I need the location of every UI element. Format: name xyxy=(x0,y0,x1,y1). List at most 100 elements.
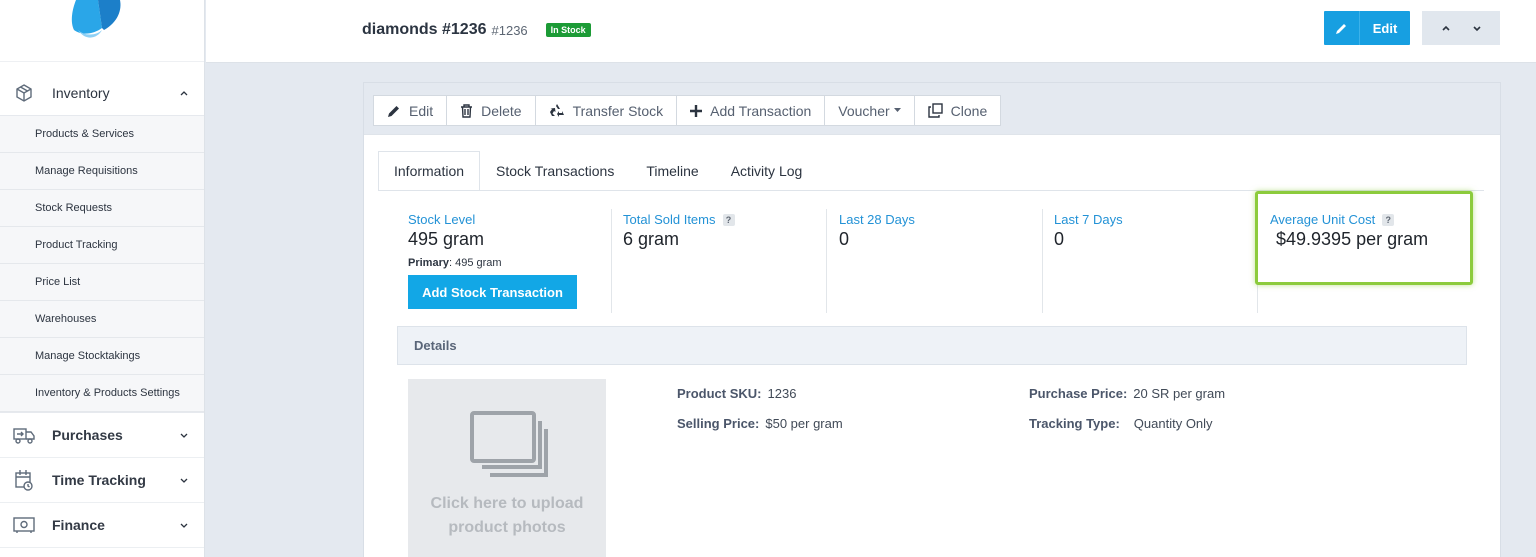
primary-key: Primary xyxy=(408,257,449,269)
tab-information[interactable]: Information xyxy=(378,151,481,191)
toolbar-delete-label: Delete xyxy=(481,102,522,119)
upload-text-line-2: product photos xyxy=(448,519,566,536)
sidebar-item-price-list[interactable]: Price List xyxy=(0,264,204,301)
previous-record-chevron-up-icon[interactable] xyxy=(1436,18,1456,38)
chevron-down-icon xyxy=(178,429,190,441)
toolbar-voucher-dropdown[interactable]: Voucher xyxy=(824,95,915,126)
field-product-sku: Product SKU: 1236 xyxy=(677,386,796,401)
sidebar-item-label: Inventory xyxy=(52,84,110,101)
stat-last-28-days: Last 28 Days 0 xyxy=(827,209,1043,313)
page-title: diamonds #1236 #1236 In Stock xyxy=(362,21,591,39)
field-label: Selling Price: xyxy=(677,416,760,431)
stat-primary: Primary: 495 gram xyxy=(408,257,611,269)
box-icon xyxy=(12,81,36,105)
safe-icon xyxy=(12,513,36,537)
record-navigation xyxy=(1422,11,1500,45)
sidebar-item-time-tracking[interactable]: Time Tracking xyxy=(0,458,204,503)
stat-label: Stock Level xyxy=(408,212,476,227)
page-header: diamonds #1236 #1236 In Stock Edit xyxy=(206,0,1536,63)
stat-last-7-days: Last 7 Days 0 xyxy=(1042,209,1258,313)
field-value: $50 per gram xyxy=(765,416,843,431)
action-toolbar: Edit Delete Transfer Stock Add Transacti… xyxy=(364,83,1500,135)
toolbar-voucher-label: Voucher xyxy=(838,102,890,119)
sidebar-item-products-services[interactable]: Products & Services xyxy=(0,116,204,153)
chevron-up-icon xyxy=(178,87,190,99)
trash-icon xyxy=(460,103,473,118)
toolbar-transfer-stock-label: Transfer Stock xyxy=(572,102,664,119)
sidebar-item-label: Time Tracking xyxy=(52,472,146,488)
sidebar: Inventory Products & Services Manage Req… xyxy=(0,0,205,557)
toolbar-delete-button[interactable]: Delete xyxy=(446,95,536,126)
clone-icon xyxy=(927,103,943,118)
toolbar-transfer-stock-button[interactable]: Transfer Stock xyxy=(534,95,678,126)
tab-timeline[interactable]: Timeline xyxy=(630,151,715,191)
calendar-clock-icon xyxy=(12,468,36,492)
stat-stock-level: Stock Level 495 gram Primary: 495 gram A… xyxy=(396,209,612,313)
toolbar-clone-label: Clone xyxy=(950,102,988,119)
primary-value: : 495 gram xyxy=(448,257,502,269)
product-name: diamonds #1236 xyxy=(362,21,487,38)
tab-stock-transactions[interactable]: Stock Transactions xyxy=(480,151,631,191)
sidebar-item-inventory-settings[interactable]: Inventory & Products Settings xyxy=(0,375,204,412)
stat-value: 0 xyxy=(839,229,850,249)
stat-total-sold: Total Sold Items? 6 gram xyxy=(611,209,827,313)
upload-photo-area[interactable]: Click here to upload product photos xyxy=(408,379,606,557)
upload-text-line-1: Click here to upload xyxy=(430,495,584,512)
sidebar-item-stock-requests[interactable]: Stock Requests xyxy=(0,190,204,227)
pencil-icon xyxy=(387,104,401,118)
stat-value: 495 gram xyxy=(408,229,485,249)
add-stock-transaction-button[interactable]: Add Stock Transaction xyxy=(408,275,577,309)
toolbar-add-transaction-button[interactable]: Add Transaction xyxy=(676,95,826,126)
highlight-box xyxy=(1255,191,1473,285)
product-code: #1236 xyxy=(491,22,528,38)
tab-bar: Information Stock Transactions Timeline … xyxy=(378,151,819,191)
photo-stack-icon xyxy=(470,411,548,477)
edit-button[interactable]: Edit xyxy=(1324,11,1410,45)
butterfly-logo-icon xyxy=(71,0,121,38)
field-label: Product SKU: xyxy=(677,386,762,401)
sidebar-item-label: Purchases xyxy=(52,427,123,443)
sidebar-item-warehouses[interactable]: Warehouses xyxy=(0,301,204,338)
logo[interactable] xyxy=(0,0,204,62)
toolbar-edit-button[interactable]: Edit xyxy=(373,95,448,126)
sidebar-item-purchases[interactable]: Purchases xyxy=(0,413,204,458)
tab-activity-log[interactable]: Activity Log xyxy=(714,151,819,191)
caret-down-icon xyxy=(893,108,901,113)
sidebar-item-manage-stocktakings[interactable]: Manage Stocktakings xyxy=(0,338,204,375)
toolbar-edit-label: Edit xyxy=(409,102,434,119)
stat-label: Total Sold Items? xyxy=(623,212,826,227)
stat-label: Last 28 Days xyxy=(839,212,915,227)
next-record-chevron-down-icon[interactable] xyxy=(1467,18,1487,38)
chevron-down-icon xyxy=(178,474,190,486)
sidebar-item-product-tracking[interactable]: Product Tracking xyxy=(0,227,204,264)
pencil-icon xyxy=(1324,11,1360,45)
recycle-icon xyxy=(549,103,565,118)
stat-value: 0 xyxy=(1054,229,1065,249)
product-panel: Edit Delete Transfer Stock Add Transacti… xyxy=(363,82,1501,557)
sidebar-item-label: Finance xyxy=(52,517,105,533)
sidebar-item-manage-requisitions[interactable]: Manage Requisitions xyxy=(0,153,204,190)
stat-label-text: Total Sold Items xyxy=(623,212,716,227)
toolbar-add-transaction-label: Add Transaction xyxy=(710,102,812,119)
details-heading: Details xyxy=(397,326,1467,365)
status-badge: In Stock xyxy=(545,23,591,37)
field-label: Purchase Price: xyxy=(1029,386,1128,401)
field-selling-price: Selling Price: $50 per gram xyxy=(677,416,843,431)
field-value: 1236 xyxy=(767,386,797,401)
field-value: 20 SR per gram xyxy=(1133,386,1226,401)
sidebar-item-finance[interactable]: Finance xyxy=(0,503,204,548)
field-label: Tracking Type: xyxy=(1029,416,1120,431)
sidebar-lower-group: Purchases Time Tracking Finance xyxy=(0,412,204,548)
chevron-down-icon xyxy=(178,519,190,531)
help-icon[interactable]: ? xyxy=(722,213,735,226)
field-tracking-type: Tracking Type: Quantity Only xyxy=(1029,416,1213,431)
field-value: Quantity Only xyxy=(1133,416,1213,431)
toolbar-clone-button[interactable]: Clone xyxy=(913,95,1002,126)
edit-button-label: Edit xyxy=(1372,20,1398,36)
sidebar-item-inventory[interactable]: Inventory xyxy=(0,70,204,116)
field-purchase-price: Purchase Price: 20 SR per gram xyxy=(1029,386,1225,401)
stat-label: Last 7 Days xyxy=(1054,212,1123,227)
plus-icon xyxy=(690,104,703,117)
truck-icon xyxy=(12,423,36,447)
stat-value: 6 gram xyxy=(623,229,680,249)
